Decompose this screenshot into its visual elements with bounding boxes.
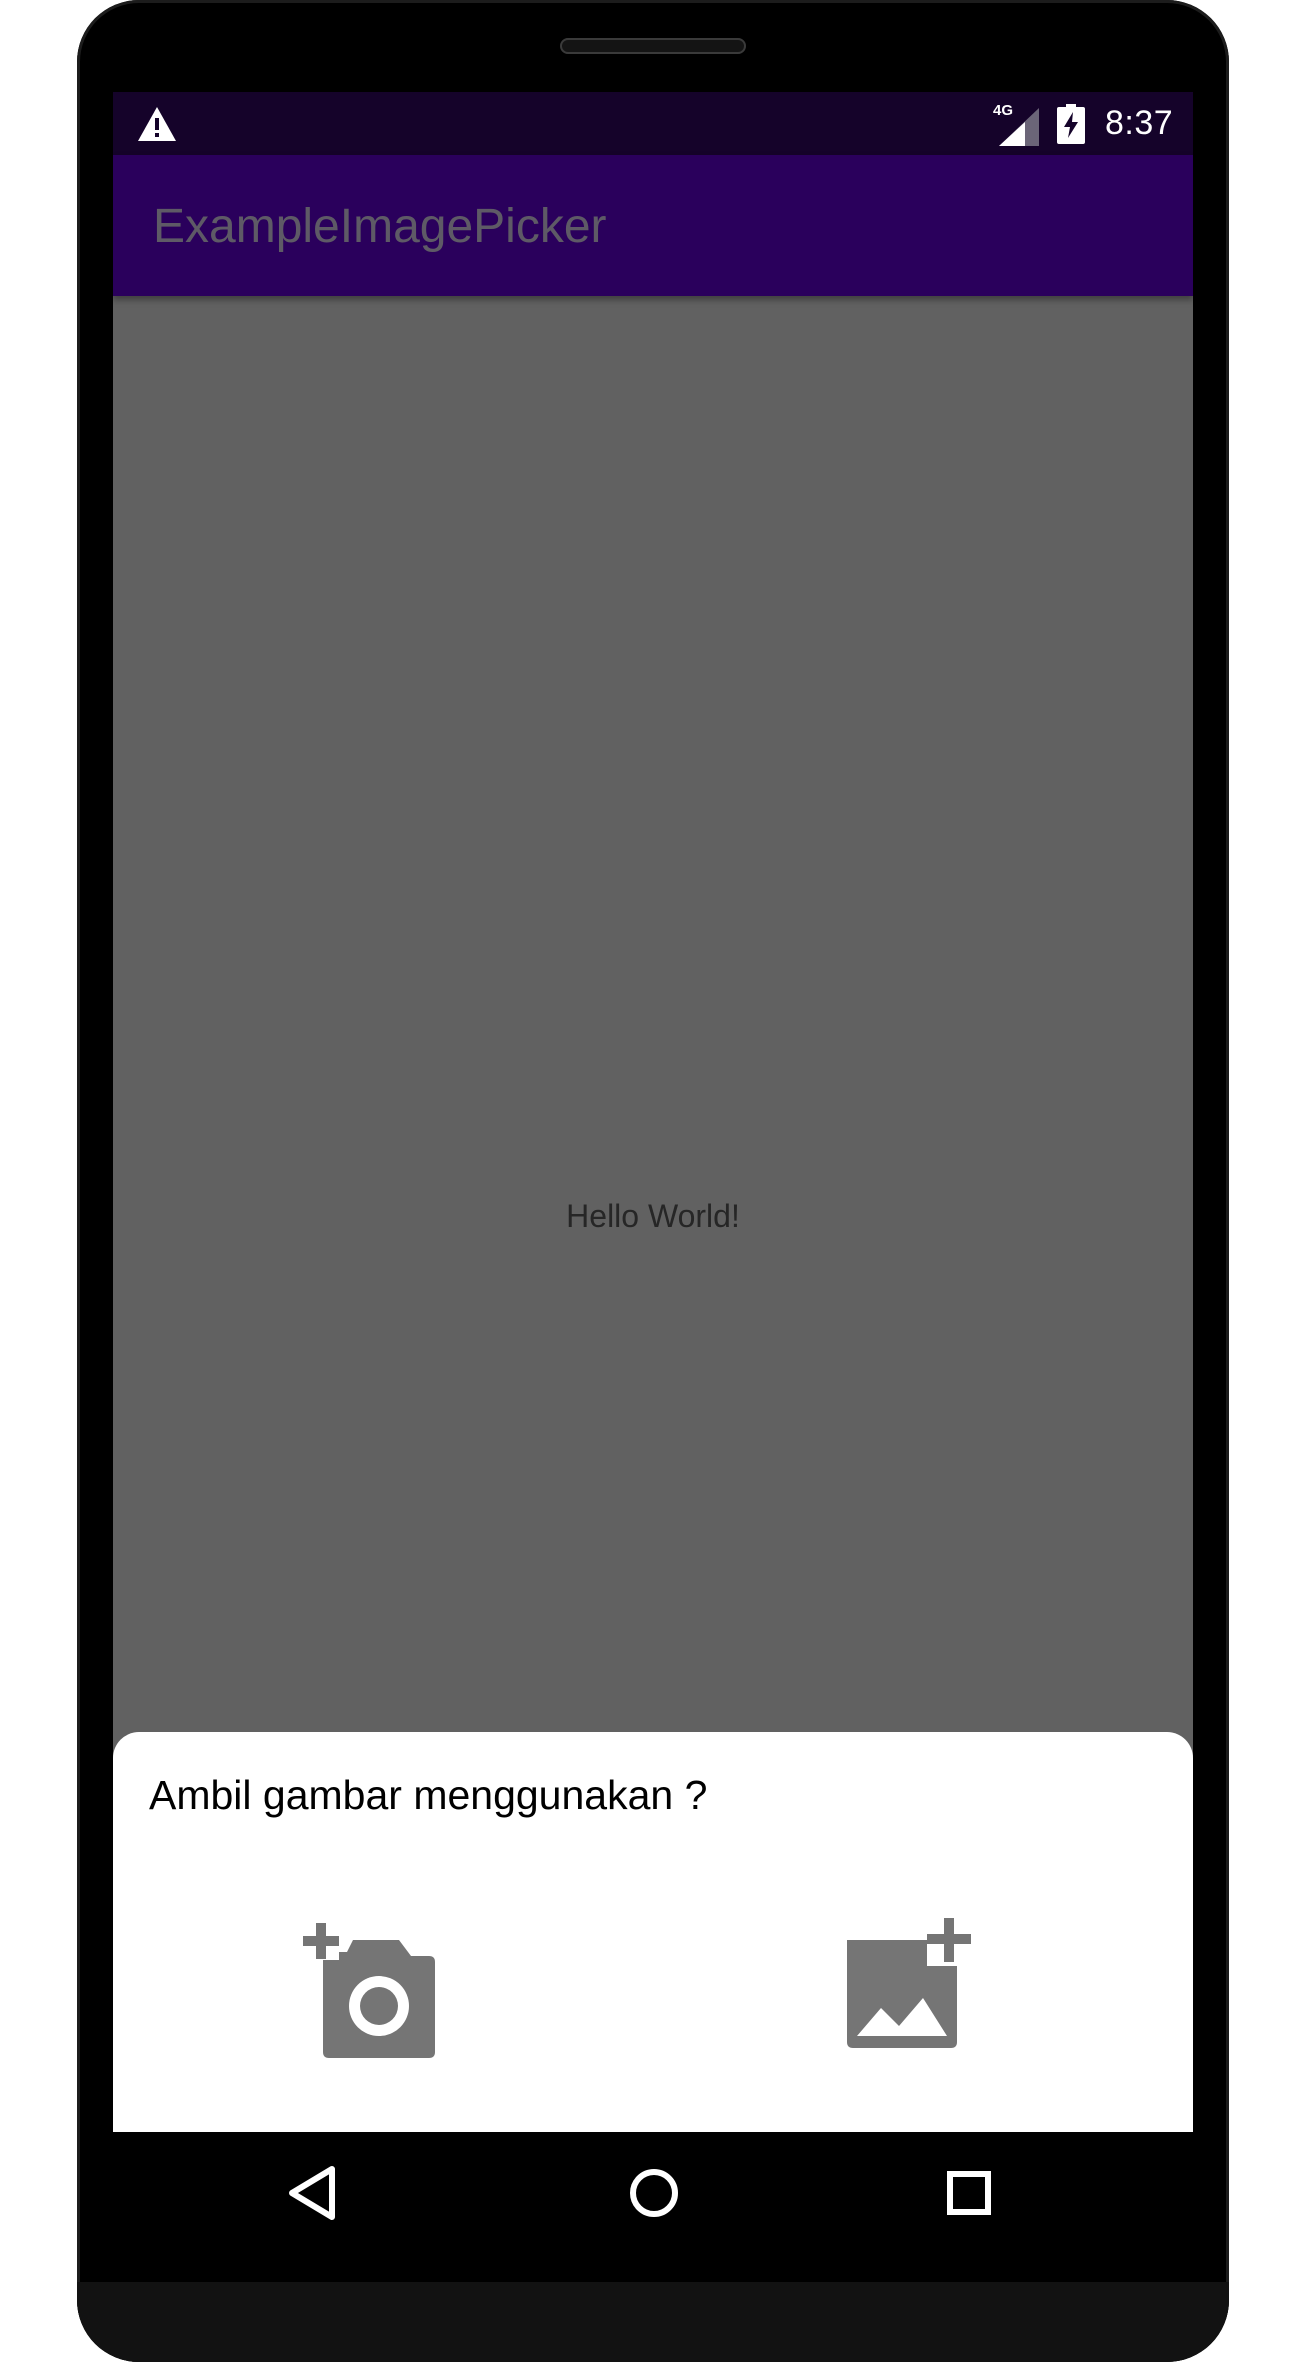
sheet-title: Ambil gambar menggunakan ?	[149, 1772, 708, 1818]
status-bar: 4G 8:37	[113, 92, 1193, 155]
add-photo-icon[interactable]	[843, 1918, 971, 2048]
network-indicator: 4G	[993, 102, 1039, 146]
recent-apps-icon[interactable]	[933, 2157, 1005, 2229]
hello-text: Hello World!	[566, 1198, 740, 1234]
app-bar: ExampleImagePicker	[113, 155, 1193, 296]
navigation-bar	[113, 2132, 1193, 2254]
phone-frame-bottom	[77, 2282, 1229, 2362]
image-source-bottom-sheet: Ambil gambar menggunakan ?	[113, 1732, 1193, 2132]
battery-charging-icon	[1057, 104, 1085, 144]
phone-screen: 4G 8:37 ExampleImagePicker Hello World! …	[113, 92, 1193, 2132]
status-clock: 8:37	[1105, 104, 1174, 142]
back-icon[interactable]	[276, 2157, 348, 2229]
signal-icon	[999, 108, 1039, 146]
home-icon[interactable]	[618, 2157, 690, 2229]
app-title: ExampleImagePicker	[153, 200, 607, 253]
add-camera-icon[interactable]	[303, 1918, 455, 2058]
alert-icon	[138, 107, 176, 141]
earpiece-speaker	[560, 38, 746, 54]
